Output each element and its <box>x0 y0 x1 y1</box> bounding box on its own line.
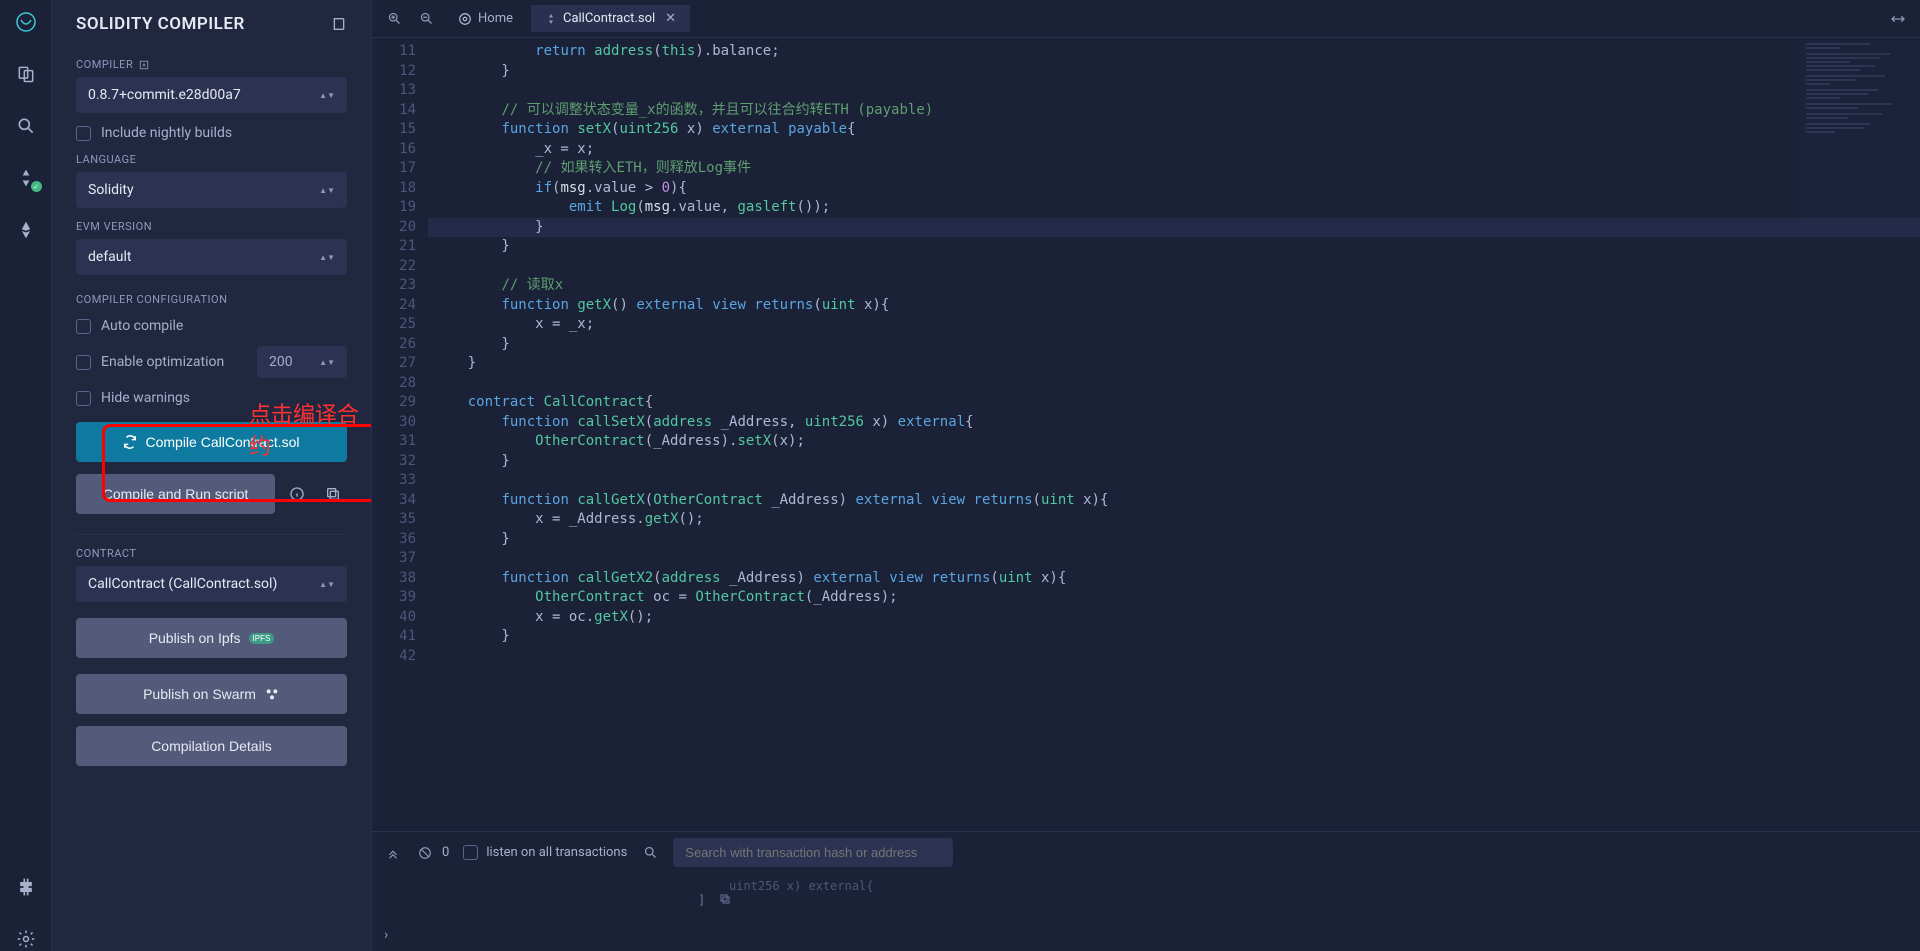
terminal-prompt-icon[interactable]: › <box>384 927 388 943</box>
chevron-updown-icon: ▲▼ <box>319 254 335 261</box>
terminal-clear-icon[interactable] <box>416 844 434 862</box>
chevron-updown-icon: ▲▼ <box>319 359 335 366</box>
evm-select[interactable]: default ▲▼ <box>76 239 347 275</box>
zoom-out-icon[interactable] <box>412 5 440 33</box>
compiler-label: COMPILER <box>76 58 347 71</box>
zoom-in-icon[interactable] <box>380 5 408 33</box>
remix-logo-icon[interactable] <box>14 10 38 34</box>
solidity-file-icon <box>545 13 557 25</box>
hide-warnings-checkbox[interactable] <box>76 391 91 406</box>
chevron-updown-icon: ▲▼ <box>319 92 335 99</box>
home-icon <box>458 12 472 26</box>
publish-swarm-button[interactable]: Publish on Swarm <box>76 674 347 714</box>
code-content[interactable]: return address(this).balance; } // 可以调整状… <box>428 38 1920 831</box>
language-label: LANGUAGE <box>76 153 347 166</box>
evm-label: EVM VERSION <box>76 220 347 233</box>
compiler-icon[interactable]: ✓ <box>14 166 38 190</box>
settings-icon[interactable] <box>14 927 38 951</box>
compilation-details-button[interactable]: Compilation Details <box>76 726 347 766</box>
close-tab-icon[interactable]: ✕ <box>665 11 676 26</box>
compiler-panel: SOLIDITY COMPILER COMPILER 0.8.7+commit.… <box>52 0 372 951</box>
optimization-runs-input[interactable]: 200 ▲▼ <box>257 346 347 378</box>
terminal: 0 listen on all transactions uint256 x) … <box>372 831 1920 951</box>
ipfs-badge-icon: IPFS <box>249 633 275 644</box>
compile-button[interactable]: Compile CallContract.sol <box>76 422 347 462</box>
pending-tx-count: 0 <box>442 845 449 860</box>
code-editor[interactable]: 1112131415161718192021222324252627282930… <box>372 38 1920 831</box>
search-icon[interactable] <box>14 114 38 138</box>
terminal-search-icon[interactable] <box>641 844 659 862</box>
deploy-icon[interactable] <box>14 218 38 242</box>
terminal-search-input[interactable] <box>673 838 953 867</box>
nightly-checkbox[interactable] <box>76 126 91 141</box>
chevron-updown-icon: ▲▼ <box>319 187 335 194</box>
contract-select[interactable]: CallContract (CallContract.sol) ▲▼ <box>76 566 347 602</box>
auto-compile-checkbox[interactable] <box>76 319 91 334</box>
tab-home[interactable]: Home <box>444 5 527 32</box>
terminal-output[interactable]: uint256 x) external{ ] <box>372 873 1920 919</box>
line-gutter: 1112131415161718192021222324252627282930… <box>372 38 428 831</box>
copy-icon[interactable] <box>319 480 347 508</box>
publish-ipfs-button[interactable]: Publish on Ipfs IPFS <box>76 618 347 658</box>
optimization-label: Enable optimization <box>101 354 224 370</box>
compiler-select[interactable]: 0.8.7+commit.e28d00a7 ▲▼ <box>76 77 347 113</box>
config-label: COMPILER CONFIGURATION <box>76 293 347 306</box>
hide-warnings-label: Hide warnings <box>101 390 190 406</box>
swarm-icon <box>264 686 280 702</box>
expand-icon[interactable] <box>1884 5 1912 33</box>
info-icon[interactable] <box>283 480 311 508</box>
listen-checkbox[interactable] <box>463 845 478 860</box>
nightly-label: Include nightly builds <box>101 125 232 141</box>
tab-file[interactable]: CallContract.sol ✕ <box>531 5 690 32</box>
auto-compile-label: Auto compile <box>101 318 183 334</box>
copy-output-icon[interactable] <box>719 893 731 908</box>
editor-tabs: Home CallContract.sol ✕ <box>372 0 1920 38</box>
plugin-icon[interactable] <box>14 875 38 899</box>
contract-label: CONTRACT <box>76 547 347 560</box>
chevron-updown-icon: ▲▼ <box>319 581 335 588</box>
docs-icon[interactable] <box>331 16 347 32</box>
language-select[interactable]: Solidity ▲▼ <box>76 172 347 208</box>
main-area: Home CallContract.sol ✕ 1112131415161718… <box>372 0 1920 951</box>
listen-label: listen on all transactions <box>486 845 627 860</box>
file-explorer-icon[interactable] <box>14 62 38 86</box>
optimization-checkbox[interactable] <box>76 355 91 370</box>
compile-run-button[interactable]: Compile and Run script <box>76 474 275 514</box>
icon-sidebar: ✓ <box>0 0 52 951</box>
terminal-toggle-icon[interactable] <box>384 844 402 862</box>
panel-title: SOLIDITY COMPILER <box>76 14 245 34</box>
